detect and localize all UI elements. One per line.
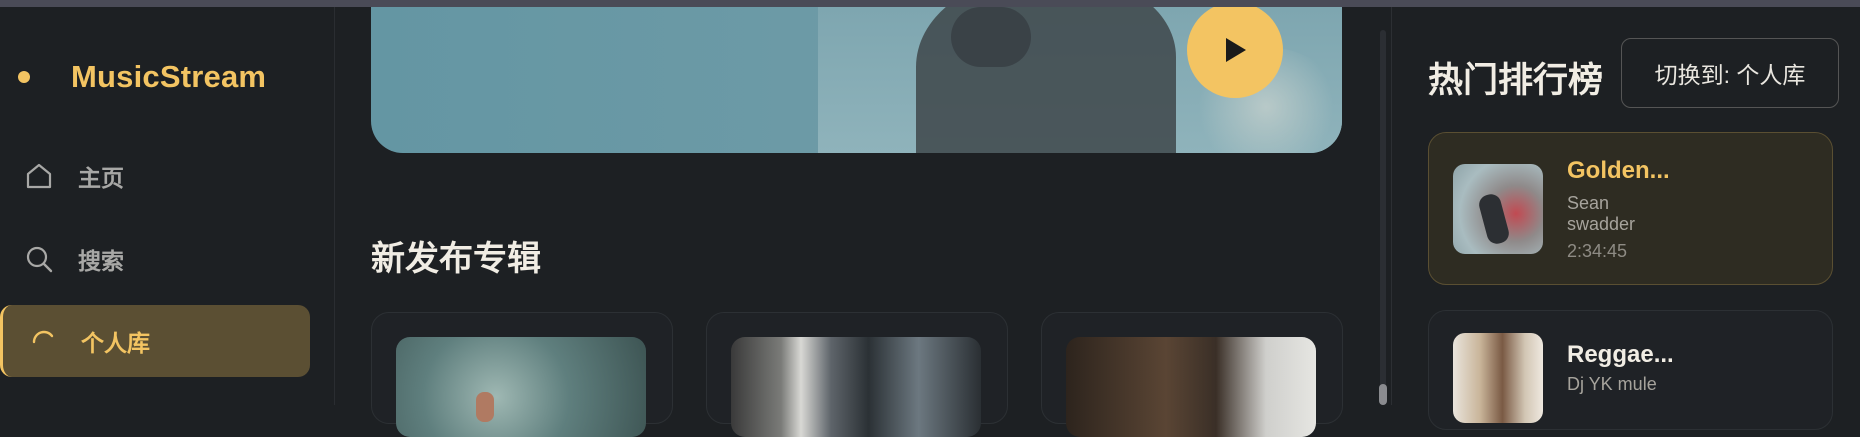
track-duration: 2:34:45 (1567, 241, 1628, 261)
play-icon (1226, 38, 1246, 62)
featured-banner[interactable] (371, 7, 1342, 153)
section-title-new-albums: 新发布专辑 (371, 240, 541, 278)
album-card[interactable] (371, 312, 673, 437)
app-logo[interactable]: MusicStream (18, 59, 266, 95)
scrollbar-track[interactable] (1380, 30, 1386, 405)
track-title: Reggae... (1567, 341, 1674, 368)
album-card[interactable] (1041, 312, 1343, 437)
sidebar-item-label: 个人库 (81, 330, 150, 356)
album-cover (1066, 337, 1316, 437)
sidebar: MusicStream 主页 搜索 个人库 (0, 7, 335, 405)
panel-title: 热门排行榜 (1428, 61, 1604, 100)
track-thumbnail (1453, 333, 1543, 423)
track-thumbnail (1453, 164, 1543, 254)
sidebar-item-search[interactable]: 搜索 (0, 223, 310, 295)
track-artist: Sean swadder (1567, 193, 1636, 234)
track-title: Golden... (1567, 157, 1670, 184)
sidebar-item-label: 主页 (78, 165, 124, 191)
track-card[interactable]: Reggae... Dj YK mule (1428, 310, 1833, 430)
track-artist: Dj YK mule (1567, 374, 1657, 394)
album-card[interactable] (706, 312, 1008, 437)
scrollbar-thumb[interactable] (1379, 384, 1387, 405)
app-name: MusicStream (71, 59, 267, 94)
search-icon (26, 246, 53, 273)
switch-library-button[interactable]: 切换到: 个人库 (1621, 38, 1839, 108)
home-icon (26, 163, 52, 189)
sidebar-item-home[interactable]: 主页 (0, 140, 310, 212)
charts-panel: 热门排行榜 切换到: 个人库 Golden... Sean swadder 2:… (1392, 7, 1860, 430)
logo-dot-icon (18, 71, 30, 83)
sidebar-item-label: 搜索 (78, 248, 124, 274)
main-content: 新发布专辑 (335, 7, 1373, 437)
album-cover (731, 337, 981, 437)
banner-artist-arm (951, 7, 1031, 67)
library-icon (32, 330, 54, 344)
album-cover (396, 337, 646, 437)
track-card[interactable]: Golden... Sean swadder 2:34:45 (1428, 132, 1833, 285)
sidebar-item-library[interactable]: 个人库 (0, 305, 310, 377)
window-top-bar (0, 0, 1860, 7)
